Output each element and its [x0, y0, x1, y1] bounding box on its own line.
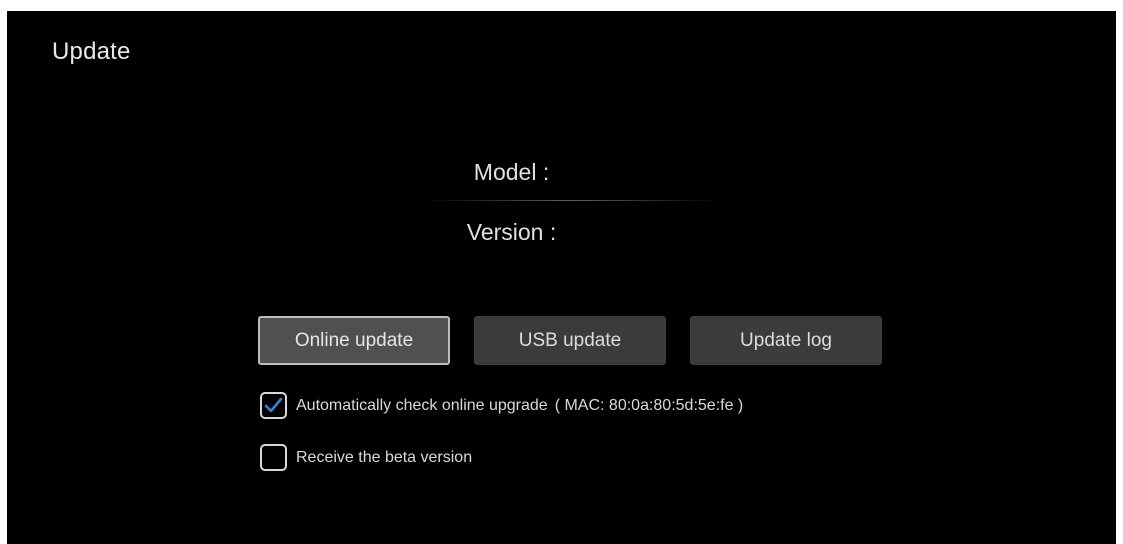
beta-version-option[interactable]: Receive the beta version: [260, 444, 472, 471]
auto-check-label: Automatically check online upgrade: [296, 396, 548, 414]
update-log-button-label: Update log: [740, 329, 832, 351]
online-update-button-label: Online update: [294, 329, 414, 351]
page-title: Update: [52, 38, 131, 65]
beta-version-checkbox[interactable]: [260, 444, 287, 471]
usb-update-button-label: USB update: [518, 329, 622, 351]
version-label: Version :: [466, 219, 557, 245]
update-log-button[interactable]: Update log: [690, 316, 882, 365]
usb-update-button[interactable]: USB update: [474, 316, 666, 365]
auto-check-option[interactable]: Automatically check online upgrade ( MAC…: [260, 392, 743, 419]
model-label: Model :: [473, 159, 550, 185]
beta-version-label: Receive the beta version: [296, 448, 473, 466]
checkmark-icon: [264, 397, 283, 413]
auto-check-checkbox[interactable]: [260, 392, 287, 419]
online-update-button[interactable]: Online update: [258, 316, 450, 365]
mac-address-label: ( MAC: 80:0a:80:5d:5e:fe ): [554, 396, 744, 414]
info-divider: [421, 200, 721, 201]
update-screen: Update Model : Version : Online update U…: [7, 11, 1116, 544]
